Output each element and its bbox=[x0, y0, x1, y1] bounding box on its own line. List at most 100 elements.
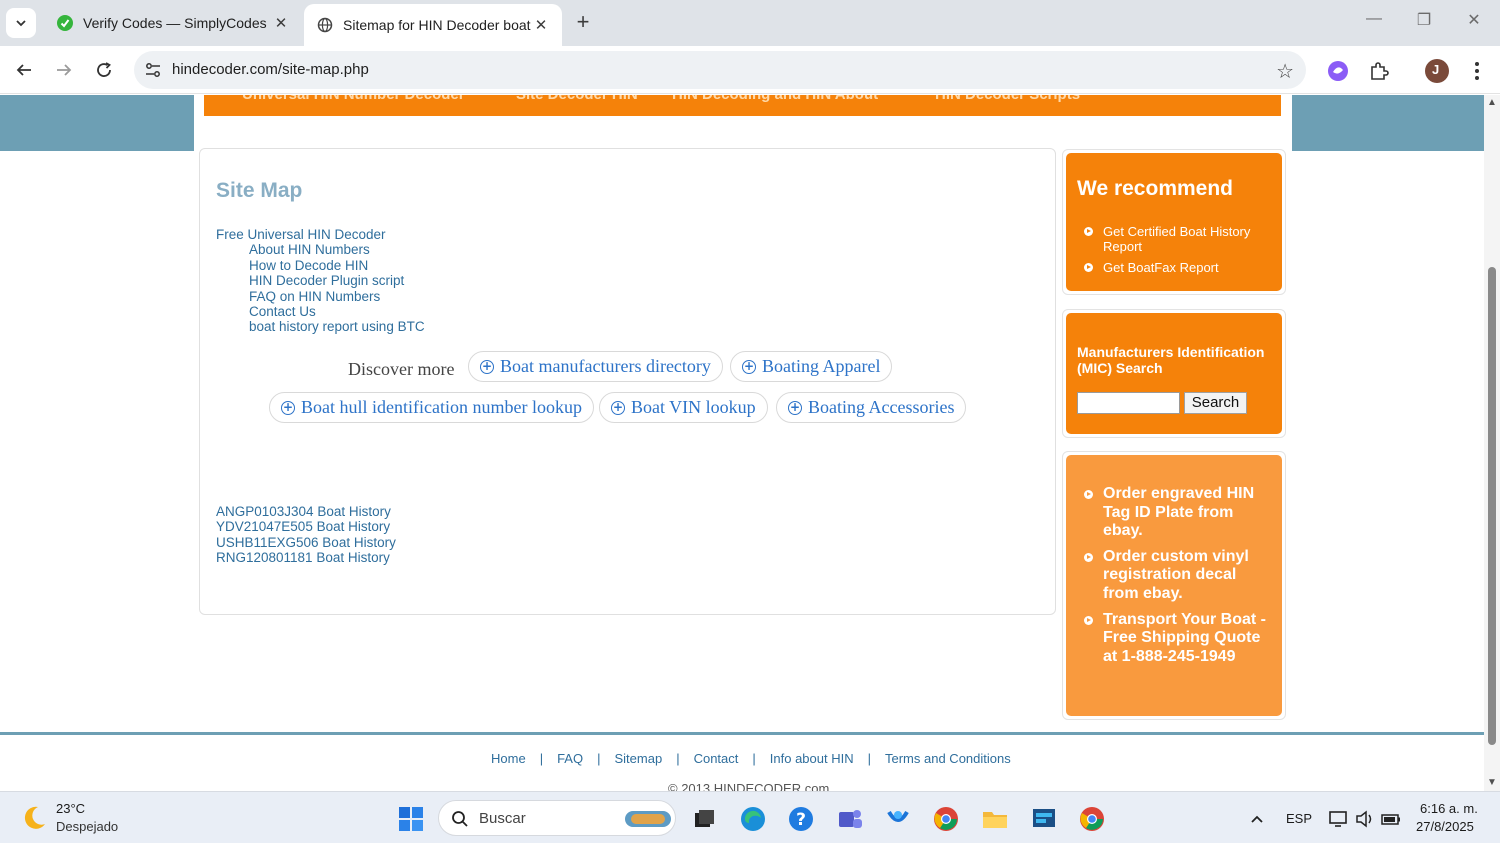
discover-pill-hin-lookup[interactable]: + Boat hull identification number lookup bbox=[269, 392, 594, 423]
order-item[interactable]: Order custom vinyl registration decal fr… bbox=[1084, 548, 1274, 604]
mic-search-title: Manufacturers Identification (MIC) Searc… bbox=[1077, 344, 1265, 376]
svg-text:?: ? bbox=[796, 810, 806, 830]
order-list: Order engraved HIN Tag ID Plate from eba… bbox=[1084, 485, 1274, 673]
recommend-item-label: Get BoatFax Report bbox=[1103, 260, 1219, 275]
close-tab-icon[interactable]: ✕ bbox=[272, 14, 290, 32]
boat-history-link[interactable]: ANGP0103J304 Boat History bbox=[216, 504, 396, 519]
tab-search-button[interactable] bbox=[6, 8, 36, 38]
tab-strip: Verify Codes — SimplyCodes ✕ Sitemap for… bbox=[0, 0, 1500, 46]
back-icon[interactable] bbox=[10, 56, 38, 84]
sitemap-link[interactable]: Contact Us bbox=[216, 304, 425, 319]
order-box: Order engraved HIN Tag ID Plate from eba… bbox=[1062, 451, 1286, 720]
sitemap-link[interactable]: FAQ on HIN Numbers bbox=[216, 289, 425, 304]
profile-avatar[interactable]: J bbox=[1424, 58, 1450, 84]
app-blue-icon[interactable] bbox=[883, 804, 913, 834]
footer-link-contact[interactable]: Contact bbox=[694, 751, 739, 766]
recommend-list: Get Certified Boat History Report Get Bo… bbox=[1084, 224, 1274, 281]
search-highlight-icon bbox=[625, 811, 671, 827]
page-scrollbar[interactable]: ▲ ▼ bbox=[1484, 95, 1500, 791]
arrow-bullet-icon bbox=[1084, 227, 1093, 236]
boat-history-link[interactable]: RNG120801181 Boat History bbox=[216, 550, 396, 565]
mic-search-button[interactable]: Search bbox=[1184, 392, 1247, 414]
footer-link-info[interactable]: Info about HIN bbox=[770, 751, 854, 766]
footer-divider bbox=[0, 732, 1484, 735]
sitemap-link[interactable]: About HIN Numbers bbox=[216, 242, 425, 257]
clock-time[interactable]: 6:16 a. m. bbox=[1420, 801, 1478, 816]
language-indicator[interactable]: ESP bbox=[1286, 811, 1312, 826]
close-tab-icon[interactable]: ✕ bbox=[532, 16, 550, 34]
plus-circle-icon: + bbox=[281, 399, 295, 415]
footer-link-terms[interactable]: Terms and Conditions bbox=[885, 751, 1011, 766]
scroll-thumb[interactable] bbox=[1488, 267, 1496, 745]
discover-pill-apparel[interactable]: + Boating Apparel bbox=[730, 351, 893, 382]
top-nav-item[interactable]: HIN Decoder Scripts bbox=[935, 95, 1080, 103]
recommend-item[interactable]: Get BoatFax Report bbox=[1084, 260, 1274, 275]
clock-date[interactable]: 27/8/2025 bbox=[1416, 819, 1474, 834]
footer-link-sitemap[interactable]: Sitemap bbox=[614, 751, 662, 766]
recommend-title: We recommend bbox=[1077, 177, 1233, 200]
boat-history-link[interactable]: USHB11EXG506 Boat History bbox=[216, 535, 396, 550]
tab-title: Verify Codes — SimplyCodes bbox=[83, 15, 267, 31]
sitemap-link[interactable]: How to Decode HIN bbox=[216, 258, 425, 273]
minimize-icon[interactable]: — bbox=[1354, 10, 1394, 28]
order-item-label: Transport Your Boat - Free Shipping Quot… bbox=[1103, 610, 1266, 665]
footer-separator: | bbox=[597, 751, 601, 766]
pill-label: Boating Accessories bbox=[808, 397, 955, 417]
restore-icon[interactable]: ❐ bbox=[1404, 10, 1444, 30]
footer-link-faq[interactable]: FAQ bbox=[557, 751, 583, 766]
file-explorer-icon[interactable] bbox=[980, 804, 1010, 834]
sitemap-link[interactable]: HIN Decoder Plugin script bbox=[216, 273, 425, 288]
tab-simplycodes[interactable]: Verify Codes — SimplyCodes ✕ bbox=[44, 4, 302, 42]
footer-link-home[interactable]: Home bbox=[491, 751, 526, 766]
scroll-up-icon[interactable]: ▲ bbox=[1487, 97, 1497, 108]
copyright-text: © 2013 HINDECODER.com bbox=[668, 781, 830, 791]
task-view-icon[interactable] bbox=[689, 804, 719, 834]
close-window-icon[interactable]: ✕ bbox=[1454, 10, 1494, 30]
top-nav-item[interactable]: Universal HIN Number Decoder bbox=[242, 95, 465, 103]
top-navigation: Universal HIN Number Decoder Site Decode… bbox=[204, 95, 1281, 116]
arrow-bullet-icon bbox=[1084, 263, 1093, 272]
sitemap-links: Free Universal HIN Decoder About HIN Num… bbox=[216, 227, 425, 335]
taskbar-search[interactable]: Buscar bbox=[438, 800, 676, 836]
pill-label: Boat manufacturers directory bbox=[500, 356, 711, 376]
tab-sitemap[interactable]: Sitemap for HIN Decoder boat ✕ bbox=[304, 4, 562, 46]
forward-icon[interactable] bbox=[50, 56, 78, 84]
edge-icon[interactable] bbox=[738, 804, 768, 834]
teams-icon[interactable] bbox=[835, 804, 865, 834]
chevron-up-icon[interactable] bbox=[1242, 804, 1272, 834]
taskbar: 23°C Despejado Buscar ? ESP 6:16 a. m. 2… bbox=[0, 791, 1500, 843]
discover-pill-accessories[interactable]: + Boating Accessories bbox=[776, 392, 967, 423]
order-item[interactable]: Transport Your Boat - Free Shipping Quot… bbox=[1084, 611, 1274, 667]
sitemap-link[interactable]: boat history report using BTC bbox=[216, 319, 425, 334]
battery-icon[interactable] bbox=[1376, 804, 1406, 834]
chrome-icon[interactable] bbox=[1077, 804, 1107, 834]
top-nav-item[interactable]: HIN Decoding and HIN About bbox=[672, 95, 878, 103]
new-tab-button[interactable]: + bbox=[570, 10, 596, 36]
extensions-puzzle-icon[interactable] bbox=[1366, 58, 1392, 84]
address-bar[interactable]: hindecoder.com/site-map.php ☆ bbox=[134, 51, 1306, 89]
weather-desc: Despejado bbox=[56, 819, 119, 834]
scroll-down-icon[interactable]: ▼ bbox=[1487, 777, 1497, 788]
mic-search-input[interactable] bbox=[1077, 392, 1180, 414]
bookmark-star-icon[interactable]: ☆ bbox=[1276, 59, 1294, 84]
site-info-icon[interactable] bbox=[144, 61, 162, 84]
order-item[interactable]: Order engraved HIN Tag ID Plate from eba… bbox=[1084, 485, 1274, 541]
reload-icon[interactable] bbox=[90, 56, 118, 84]
discover-pill-vin-lookup[interactable]: + Boat VIN lookup bbox=[599, 392, 768, 423]
help-icon[interactable]: ? bbox=[786, 804, 816, 834]
app-window-icon[interactable] bbox=[1029, 804, 1059, 834]
pill-label: Boating Apparel bbox=[762, 356, 881, 376]
extension-purple-icon[interactable] bbox=[1325, 58, 1351, 84]
top-nav-item[interactable]: Site Decoder HIN bbox=[516, 95, 638, 103]
mic-search-box: Manufacturers Identification (MIC) Searc… bbox=[1062, 309, 1286, 438]
plus-circle-icon: + bbox=[611, 399, 625, 415]
sitemap-link-main[interactable]: Free Universal HIN Decoder bbox=[216, 227, 425, 242]
chrome-profile-icon[interactable] bbox=[931, 804, 961, 834]
footer-separator: | bbox=[867, 751, 871, 766]
discover-pill-manufacturers[interactable]: + Boat manufacturers directory bbox=[468, 351, 723, 382]
windows-start-icon[interactable] bbox=[396, 804, 426, 834]
recommend-item[interactable]: Get Certified Boat History Report bbox=[1084, 224, 1274, 254]
boat-history-link[interactable]: YDV21047E505 Boat History bbox=[216, 519, 396, 534]
browser-menu-icon[interactable] bbox=[1464, 58, 1490, 84]
moon-weather-icon[interactable] bbox=[20, 804, 48, 832]
